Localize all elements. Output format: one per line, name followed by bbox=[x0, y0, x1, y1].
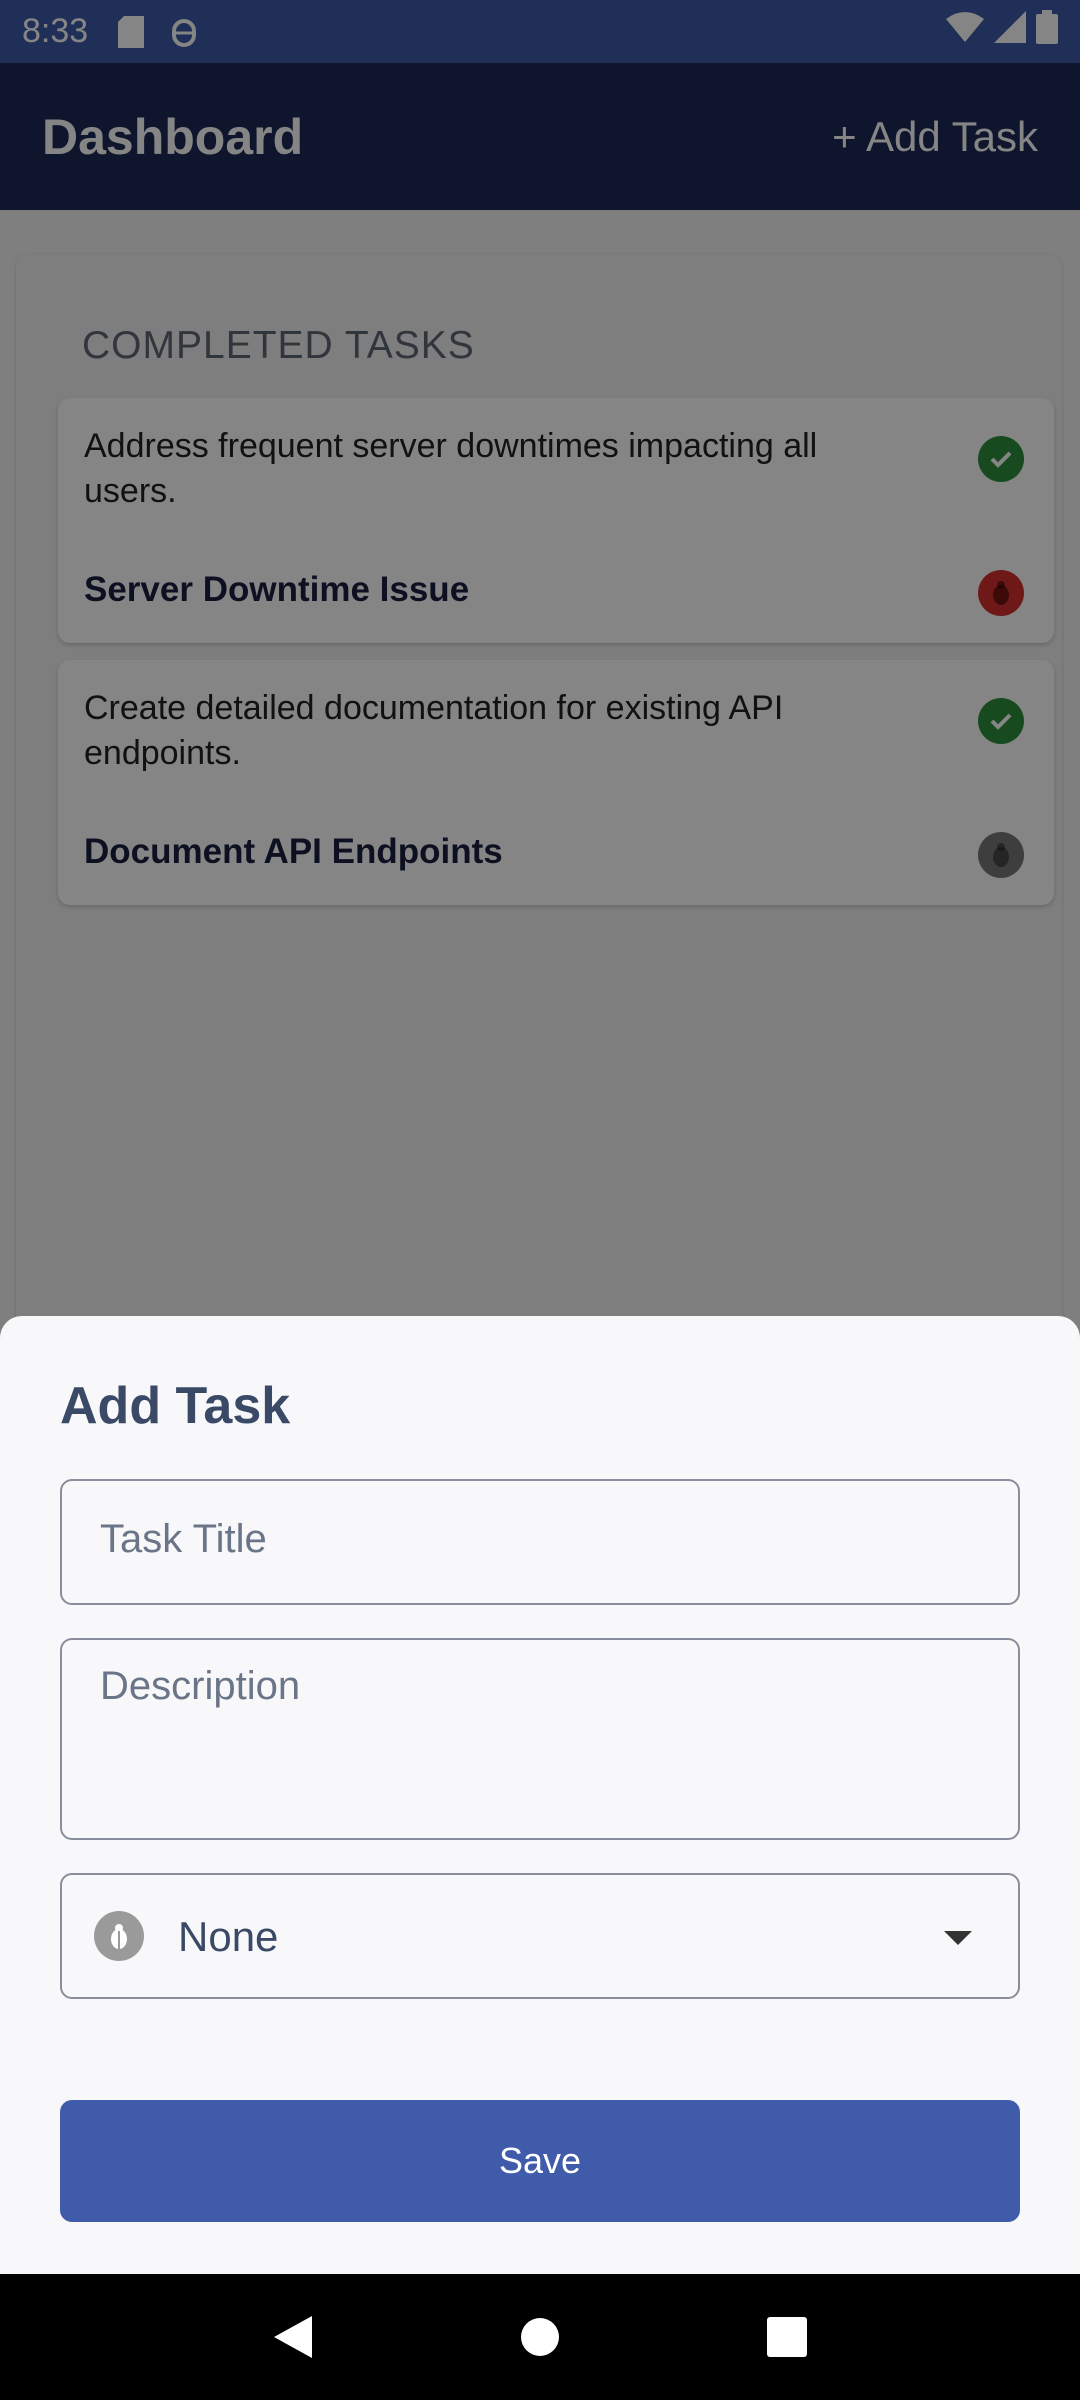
sheet-title: Add Task bbox=[60, 1377, 291, 1435]
dropdown-arrow-icon bbox=[944, 1931, 972, 1945]
recents-icon[interactable] bbox=[747, 2297, 827, 2377]
task-title-input[interactable]: Task Title bbox=[60, 1479, 1020, 1605]
priority-select[interactable]: None bbox=[60, 1873, 1020, 1999]
description-input[interactable]: Description bbox=[60, 1638, 1020, 1840]
priority-select-value: None bbox=[178, 1913, 279, 1960]
home-icon[interactable] bbox=[500, 2297, 580, 2377]
save-button[interactable]: Save bbox=[60, 2100, 1020, 2222]
task-title-placeholder: Task Title bbox=[100, 1517, 267, 1561]
back-icon[interactable] bbox=[253, 2297, 333, 2377]
add-task-sheet: Add Task Task Title Description None Sav… bbox=[0, 1316, 1080, 2274]
bug-icon bbox=[94, 1911, 144, 1961]
description-placeholder: Description bbox=[100, 1664, 301, 1708]
system-nav-bar bbox=[0, 2274, 1080, 2400]
